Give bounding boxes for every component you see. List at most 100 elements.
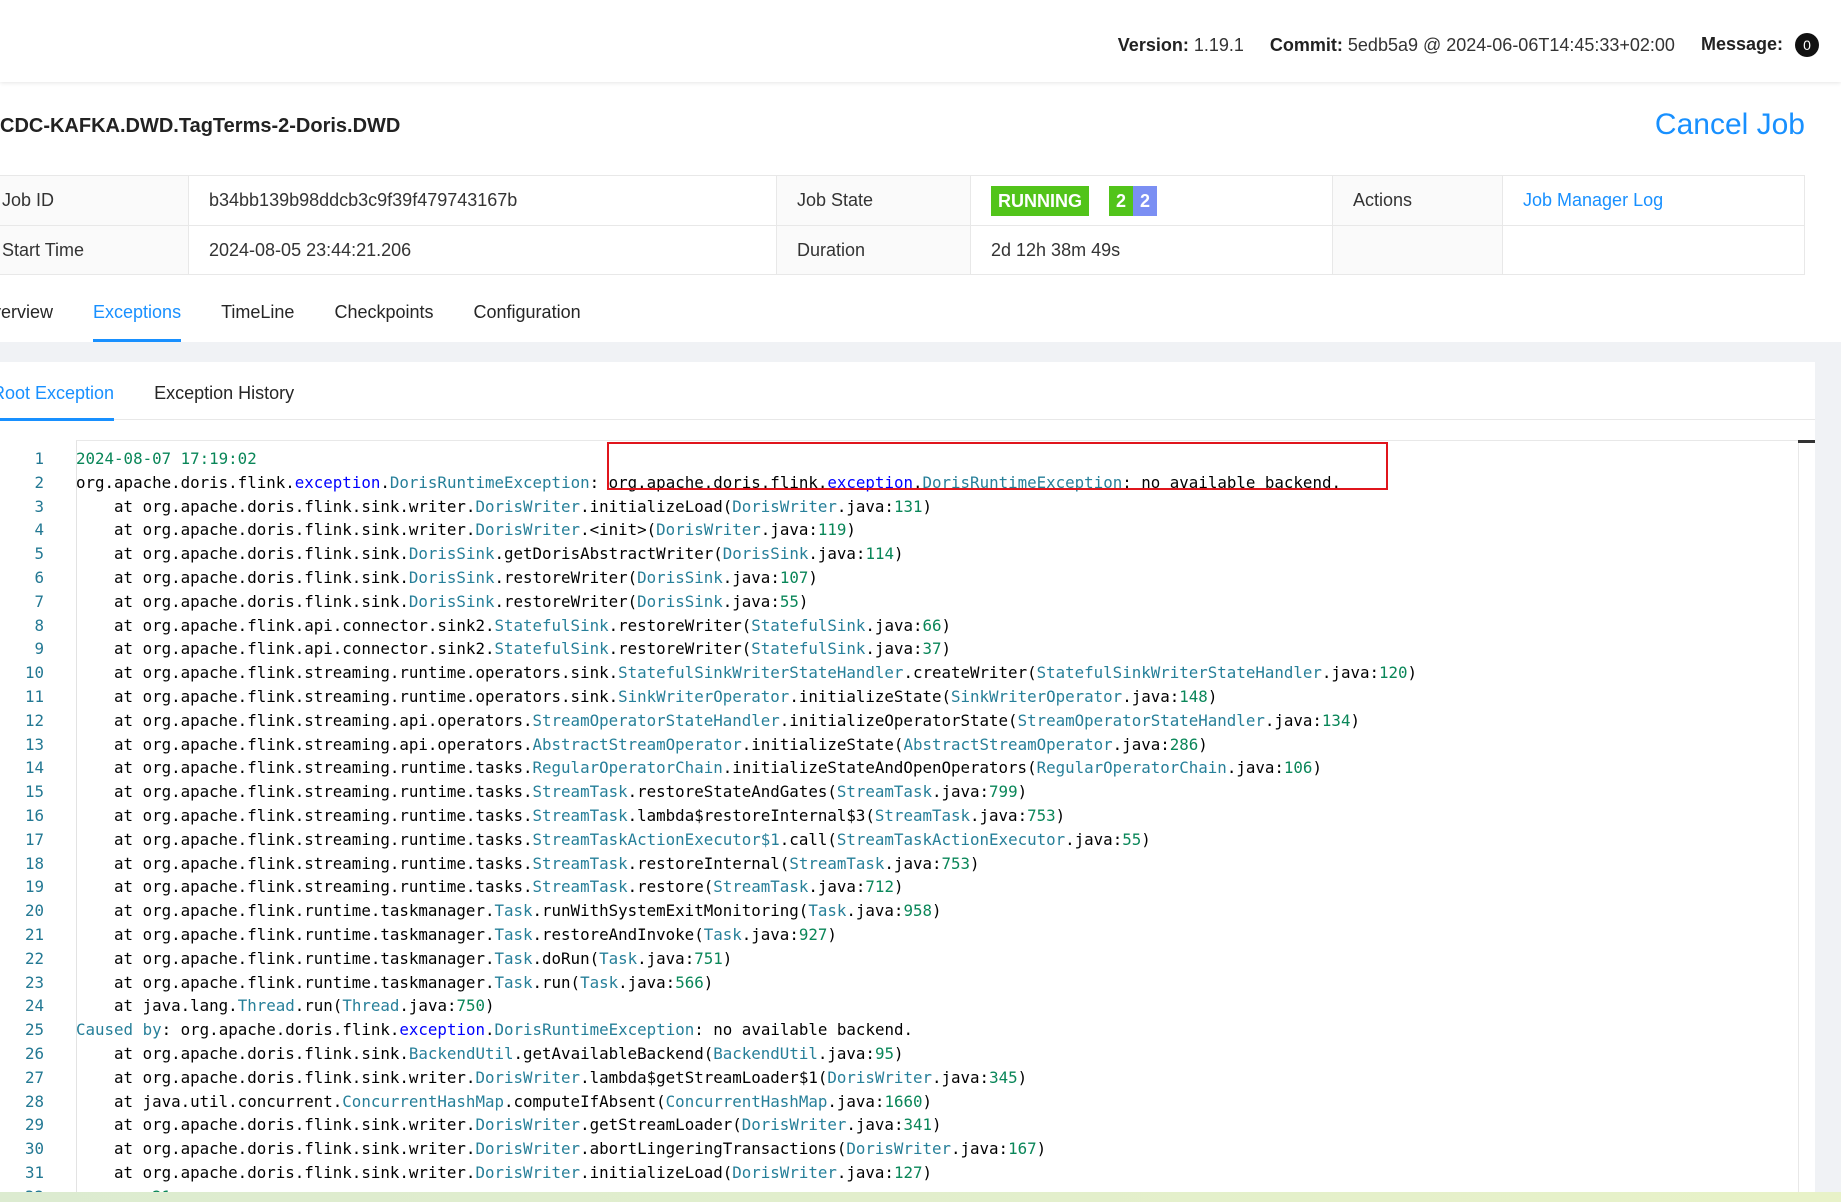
start-time-value: 2024-08-05 23:44:21.206 bbox=[188, 226, 776, 274]
code-line: 11 at org.apache.flink.streaming.runtime… bbox=[0, 685, 1800, 709]
code-text: at org.apache.flink.streaming.runtime.ta… bbox=[76, 877, 904, 897]
code-line: 5 at org.apache.doris.flink.sink.DorisSi… bbox=[0, 542, 1800, 566]
code-text: at org.apache.flink.streaming.runtime.ta… bbox=[76, 853, 980, 873]
job-id-label: Job ID bbox=[0, 176, 188, 225]
code-text: at org.apache.flink.streaming.runtime.op… bbox=[76, 687, 1218, 706]
line-number: 31 bbox=[24, 1163, 44, 1182]
line-number: 22 bbox=[24, 948, 44, 968]
code-text: 2024-08-07 17:19:02 bbox=[76, 449, 257, 468]
highlight-box bbox=[607, 442, 1388, 490]
line-number: 8 bbox=[34, 615, 44, 635]
exception-stacktrace-editor[interactable]: 1 2024-08-07 17:19:02 2 org.apache.doris.fl… bbox=[0, 440, 1815, 1202]
scrollbar-position-marker[interactable] bbox=[1798, 440, 1815, 443]
code-line: 4 at org.apache.doris.flink.sink.writer.… bbox=[0, 518, 1800, 542]
line-number: 26 bbox=[24, 1044, 44, 1063]
tab-timeline[interactable]: TimeLine bbox=[221, 290, 294, 342]
code-text: at org.apache.flink.streaming.runtime.op… bbox=[76, 663, 1418, 683]
line-number: 29 bbox=[24, 1115, 44, 1135]
code-text: at java.util.concurrent.ConcurrentHashMa… bbox=[76, 1091, 932, 1111]
line-number: 9 bbox=[34, 639, 44, 659]
actions-label: Actions bbox=[1332, 176, 1502, 225]
line-number: 15 bbox=[24, 782, 44, 802]
message-count-badge[interactable]: 0 bbox=[1795, 33, 1819, 57]
code-line: 24 at java.lang.Thread.run(Thread.java:7… bbox=[0, 994, 1800, 1018]
job-info-table: Job ID b34bb139b98ddcb3c9f39f479743167b … bbox=[0, 175, 1805, 275]
line-number: 12 bbox=[24, 710, 44, 730]
version-label: Version: bbox=[1117, 34, 1189, 55]
line-number: 2 bbox=[34, 472, 44, 492]
duration-value: 2d 12h 38m 49s bbox=[970, 226, 1332, 274]
code-line: 31 at org.apache.doris.flink.sink.writer… bbox=[0, 1161, 1800, 1185]
top-header: Version: 1.19.1 Commit: 5edb5a9 @ 2024-0… bbox=[0, 0, 1841, 82]
code-text: at org.apache.flink.runtime.taskmanager.… bbox=[76, 925, 837, 944]
code-line: 9 at org.apache.flink.api.connector.sink… bbox=[0, 637, 1800, 661]
code-text: at org.apache.flink.api.connector.sink2.… bbox=[76, 639, 952, 659]
job-state-label: Job State bbox=[776, 176, 970, 225]
tab-configuration[interactable]: Configuration bbox=[474, 290, 581, 342]
code-text: at org.apache.doris.flink.sink.BackendUt… bbox=[76, 1044, 904, 1063]
info-row: Start Time 2024-08-05 23:44:21.206 Durat… bbox=[0, 225, 1804, 274]
job-manager-log-link[interactable]: Job Manager Log bbox=[1523, 190, 1663, 211]
line-number: 20 bbox=[24, 901, 44, 921]
line-number: 23 bbox=[24, 972, 44, 992]
line-number: 7 bbox=[34, 591, 44, 611]
code-line: 12 at org.apache.flink.streaming.api.ope… bbox=[0, 709, 1800, 733]
cancel-job-button[interactable]: Cancel Job bbox=[1655, 108, 1805, 142]
code-text: at org.apache.flink.streaming.runtime.ta… bbox=[76, 758, 1322, 778]
tab-exceptions[interactable]: Exceptions bbox=[93, 290, 182, 342]
code-text: at org.apache.doris.flink.sink.writer.Do… bbox=[76, 496, 933, 516]
line-number: 19 bbox=[24, 877, 44, 897]
line-number: 13 bbox=[24, 734, 44, 754]
code-line: 20 at org.apache.flink.runtime.taskmanag… bbox=[0, 899, 1800, 923]
message-info[interactable]: Message: 0 bbox=[1701, 33, 1819, 57]
code-text: at org.apache.flink.streaming.api.operat… bbox=[76, 710, 1360, 730]
code-line: 25 Caused by: org.apache.doris.flink.exce… bbox=[0, 1018, 1800, 1042]
editor-scrollbar[interactable] bbox=[1798, 440, 1815, 1202]
code-line: 18 at org.apache.flink.streaming.runtime… bbox=[0, 852, 1800, 876]
code-text: Caused by: org.apache.doris.flink.except… bbox=[76, 1020, 913, 1040]
build-info: Version: 1.19.1 Commit: 5edb5a9 @ 2024-0… bbox=[1092, 31, 1819, 59]
code-line: 29 at org.apache.doris.flink.sink.writer… bbox=[0, 1113, 1800, 1137]
line-number: 10 bbox=[24, 663, 44, 683]
code-line: 21 at org.apache.flink.runtime.taskmanag… bbox=[0, 923, 1800, 947]
tab-exception-history[interactable]: Exception History bbox=[154, 362, 294, 420]
running-task-count-badge: 2 bbox=[1109, 185, 1133, 216]
tab-root-exception[interactable]: Root Exception bbox=[0, 362, 115, 421]
job-tabs: verview Exceptions TimeLine Checkpoints … bbox=[0, 290, 621, 342]
code-line: 28 at java.util.concurrent.ConcurrentHas… bbox=[0, 1090, 1800, 1114]
actions-empty-value bbox=[1502, 226, 1804, 274]
total-task-count-badge: 2 bbox=[1133, 185, 1157, 216]
tab-overview[interactable]: verview bbox=[0, 290, 53, 342]
code-text: at org.apache.doris.flink.sink.writer.Do… bbox=[76, 1139, 1047, 1159]
code-line: 3 at org.apache.doris.flink.sink.writer.… bbox=[0, 495, 1800, 519]
content-right-gutter bbox=[1815, 342, 1841, 1202]
code-line: 30 at org.apache.doris.flink.sink.writer… bbox=[0, 1137, 1800, 1161]
line-number: 4 bbox=[34, 520, 44, 540]
line-number: 24 bbox=[24, 996, 44, 1016]
code-text: at org.apache.flink.streaming.runtime.ta… bbox=[76, 829, 1151, 849]
line-number: 11 bbox=[24, 687, 44, 706]
code-text: at org.apache.flink.streaming.runtime.ta… bbox=[76, 806, 1066, 825]
line-number: 5 bbox=[34, 544, 44, 564]
code-text: at org.apache.doris.flink.sink.DorisSink… bbox=[76, 568, 818, 587]
code-text: at org.apache.flink.streaming.api.operat… bbox=[76, 734, 1208, 754]
code-line: 17 at org.apache.flink.streaming.runtime… bbox=[0, 828, 1800, 852]
bottom-strip bbox=[0, 1192, 1841, 1202]
line-number: 25 bbox=[24, 1020, 44, 1040]
line-number: 18 bbox=[24, 853, 44, 873]
job-id-value: b34bb139b98ddcb3c9f39f479743167b bbox=[188, 176, 776, 225]
version-value: 1.19.1 bbox=[1193, 34, 1244, 55]
tab-checkpoints[interactable]: Checkpoints bbox=[334, 290, 433, 342]
line-number: 17 bbox=[24, 829, 44, 849]
code-text: at org.apache.flink.streaming.runtime.ta… bbox=[76, 782, 1028, 802]
commit-value: 5edb5a9 @ 2024-06-06T14:45:33+02:00 bbox=[1347, 34, 1675, 55]
code-text: at org.apache.doris.flink.sink.writer.Do… bbox=[76, 520, 856, 540]
version-info: Version: 1.19.1 bbox=[1118, 35, 1244, 56]
code-line: 7 at org.apache.doris.flink.sink.DorisSi… bbox=[0, 590, 1800, 614]
code-line: 10 at org.apache.flink.streaming.runtime… bbox=[0, 661, 1800, 685]
content-divider bbox=[0, 342, 1841, 362]
line-number: 28 bbox=[24, 1091, 44, 1111]
code-line: 15 at org.apache.flink.streaming.runtime… bbox=[0, 780, 1800, 804]
line-number: 3 bbox=[34, 496, 44, 516]
code-line: 13 at org.apache.flink.streaming.api.ope… bbox=[0, 733, 1800, 757]
